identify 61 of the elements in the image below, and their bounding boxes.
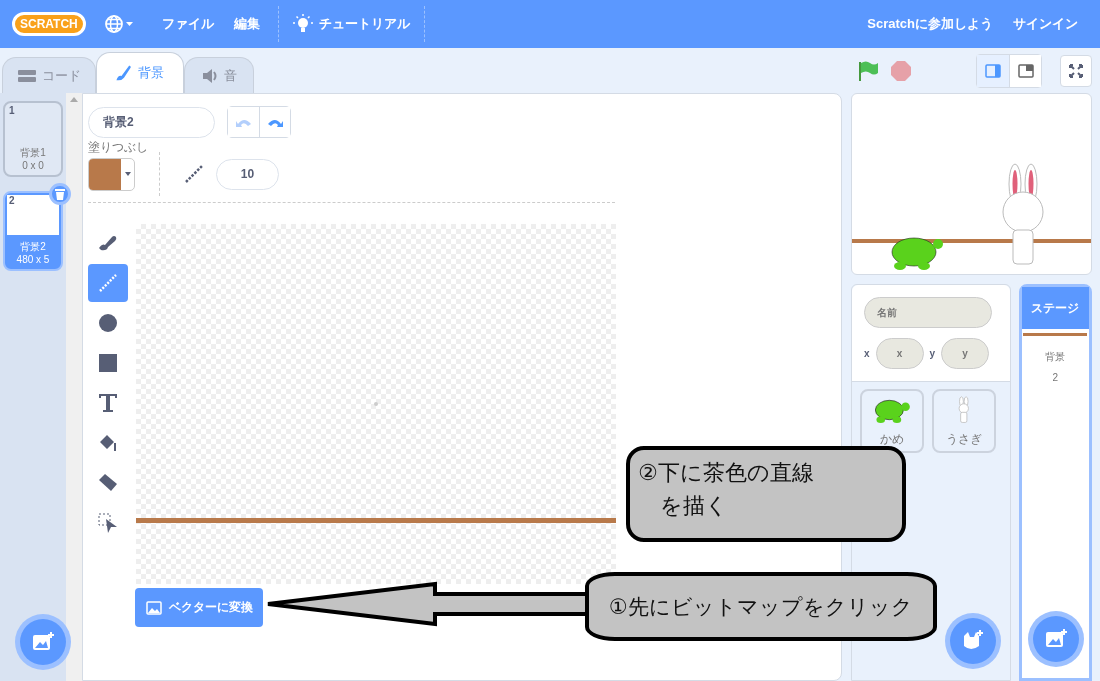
editor-tab[interactable]: 背景 bbox=[96, 52, 184, 93]
scroll-up-icon[interactable] bbox=[70, 97, 78, 102]
flag-icon[interactable] bbox=[857, 59, 879, 82]
layout-icon bbox=[985, 63, 1001, 78]
caret-icon bbox=[124, 172, 131, 176]
blocks-icon bbox=[17, 69, 36, 82]
sprite-name-field[interactable]: 名前 bbox=[864, 297, 992, 328]
fullscreen-icon bbox=[1069, 63, 1083, 78]
sign-in-link[interactable]: サインイン bbox=[1003, 15, 1088, 33]
brush-size-icon bbox=[184, 164, 204, 184]
turtle-drawing bbox=[890, 236, 944, 272]
language-menu-icon[interactable] bbox=[103, 13, 134, 35]
menu-item[interactable]: 編集 bbox=[223, 15, 270, 33]
delete-button[interactable] bbox=[49, 183, 71, 205]
redo-button[interactable] bbox=[259, 107, 290, 137]
menu-item[interactable]: ファイル bbox=[151, 15, 224, 33]
annotation-text: を描く bbox=[659, 492, 728, 520]
costume-tile[interactable]: 1 背景1 0 x 0 bbox=[3, 101, 63, 177]
fullscreen-button[interactable] bbox=[1060, 54, 1092, 87]
backdrops-count: 2 bbox=[1052, 372, 1059, 383]
y-label: y bbox=[929, 348, 936, 359]
y-field[interactable]: y bbox=[941, 338, 990, 369]
large-stage-button[interactable] bbox=[1009, 54, 1041, 87]
fill-color-picker[interactable] bbox=[88, 157, 135, 191]
scrollbar[interactable] bbox=[66, 93, 82, 681]
stage[interactable] bbox=[851, 93, 1092, 275]
editor-tab[interactable]: 音 bbox=[184, 57, 254, 93]
speaker-icon bbox=[201, 68, 218, 83]
stop-icon[interactable] bbox=[891, 60, 911, 81]
brush-icon bbox=[116, 65, 132, 81]
annotation-text: ②下に茶色の直線 bbox=[638, 459, 814, 487]
stage-header[interactable]: ステージ bbox=[1021, 287, 1089, 329]
square-icon bbox=[96, 351, 120, 375]
annotation-text: ①先にビットマップをクリック bbox=[609, 593, 913, 620]
lightbulb-icon bbox=[292, 14, 313, 34]
sprite-tile[interactable]: うさぎ bbox=[932, 389, 996, 453]
fill-label: 塗りつぶし bbox=[88, 139, 148, 156]
cat-icon bbox=[961, 630, 984, 652]
layout-icon bbox=[1017, 63, 1034, 78]
backdrops-label: 背景 bbox=[1045, 350, 1066, 364]
editor-tab[interactable]: コード bbox=[2, 57, 96, 93]
add-picture-icon bbox=[32, 632, 54, 652]
trash-icon bbox=[55, 188, 65, 200]
join-link[interactable]: Scratchに参加しよう bbox=[857, 15, 1003, 33]
sprite-tile[interactable]: かめ bbox=[860, 389, 924, 453]
x-label: x bbox=[864, 348, 870, 359]
tutorials-menu[interactable]: チュートリアル bbox=[318, 15, 410, 33]
rabbit-icon bbox=[956, 396, 972, 424]
costume-name-field[interactable]: 背景2 bbox=[88, 106, 215, 138]
backdrop-thumbnail bbox=[1023, 333, 1088, 336]
costume-tile[interactable]: 2 背景2 480 x 5 bbox=[3, 191, 63, 271]
add-picture-icon bbox=[1044, 629, 1067, 649]
small-stage-button[interactable] bbox=[977, 54, 1009, 87]
x-field[interactable]: x bbox=[875, 338, 924, 369]
brush-size-field[interactable]: 10 bbox=[216, 158, 279, 190]
circle-icon bbox=[96, 311, 120, 335]
center-dot bbox=[374, 402, 378, 406]
text-icon bbox=[96, 391, 120, 415]
image-icon bbox=[145, 600, 162, 615]
scratch-logo[interactable]: SCRATCH bbox=[12, 12, 86, 36]
convert-to-vector-button[interactable]: ベクターに変換 bbox=[135, 588, 263, 627]
